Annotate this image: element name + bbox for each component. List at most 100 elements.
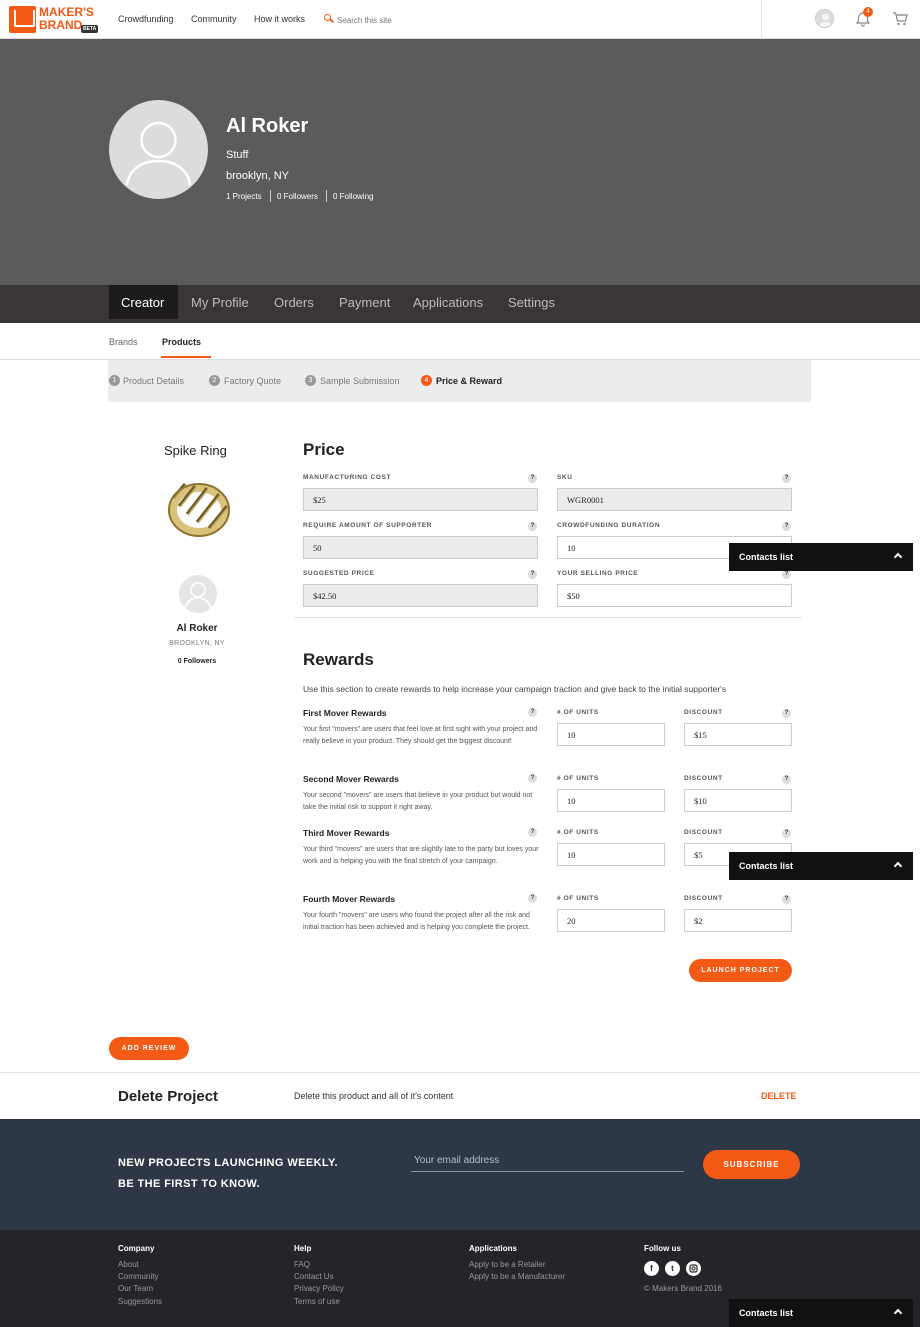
- help-icon[interactable]: ?: [782, 570, 791, 579]
- profile-followers-count[interactable]: 0 Followers: [277, 192, 318, 201]
- profile-projects-count[interactable]: 1 Projects: [226, 192, 262, 201]
- footer-link-terms[interactable]: Terms of use: [294, 1297, 340, 1306]
- units-label: # OF UNITS: [557, 709, 599, 716]
- step-sample-submission[interactable]: Sample Submission: [320, 376, 400, 386]
- units-field[interactable]: [557, 843, 665, 866]
- profile-bio: Stuff: [226, 149, 249, 161]
- sku-field[interactable]: [557, 488, 792, 511]
- tab-my-profile[interactable]: My Profile: [191, 295, 249, 310]
- supporters-label: REQUIRE AMOUNT OF SUPPORTER: [303, 522, 432, 529]
- help-icon[interactable]: ?: [528, 774, 537, 783]
- subtab-brands[interactable]: Brands: [109, 337, 138, 347]
- manufacturing-cost-field[interactable]: [303, 488, 538, 511]
- step-price-reward[interactable]: Price & Reward: [436, 376, 502, 386]
- instagram-icon[interactable]: [686, 1261, 701, 1276]
- footer-link-privacy[interactable]: Privacy Policy: [294, 1284, 344, 1293]
- facebook-icon[interactable]: f: [644, 1261, 659, 1276]
- units-label: # OF UNITS: [557, 895, 599, 902]
- help-icon[interactable]: ?: [782, 829, 791, 838]
- launch-project-button[interactable]: LAUNCH PROJECT: [689, 959, 792, 982]
- newsletter-subheadline: BE THE FIRST TO KNOW.: [118, 1178, 261, 1190]
- footer-link-contact[interactable]: Contact Us: [294, 1272, 334, 1281]
- contacts-list-toggle[interactable]: Contacts list: [729, 543, 913, 571]
- search-icon: [324, 14, 331, 21]
- profile-following-count[interactable]: 0 Following: [333, 192, 373, 201]
- footer-link-suggestions[interactable]: Suggestions: [118, 1297, 162, 1306]
- selling-price-label: YOUR SELLING PRICE: [557, 570, 639, 577]
- contacts-list-toggle[interactable]: Contacts list: [729, 852, 913, 880]
- discount-field[interactable]: [684, 723, 792, 746]
- footer-link-community[interactable]: Community: [118, 1272, 158, 1281]
- step-1-number: 1: [109, 375, 120, 386]
- creator-avatar[interactable]: [179, 575, 217, 613]
- reward-title: Second Mover Rewards: [303, 774, 399, 784]
- help-icon[interactable]: ?: [782, 522, 791, 531]
- suggested-price-label: SUGGESTED PRICE: [303, 570, 375, 577]
- footer-link-our-team[interactable]: Our Team: [118, 1284, 153, 1293]
- contacts-list-label: Contacts list: [739, 861, 794, 871]
- reward-title: First Mover Rewards: [303, 708, 387, 718]
- discount-field[interactable]: [684, 789, 792, 812]
- tab-orders[interactable]: Orders: [274, 295, 314, 310]
- delete-link[interactable]: DELETE: [761, 1091, 797, 1101]
- nav-link-community[interactable]: Community: [191, 14, 237, 24]
- help-icon[interactable]: ?: [528, 828, 537, 837]
- sku-label: SKU: [557, 474, 573, 481]
- beta-badge: BETA: [81, 25, 99, 33]
- footer-link-faq[interactable]: FAQ: [294, 1260, 310, 1269]
- profile-name: Al Roker: [226, 115, 309, 137]
- discount-field[interactable]: [684, 909, 792, 932]
- footer-link-manufacturer[interactable]: Apply to be a Manufacturer: [469, 1272, 565, 1281]
- tab-payment[interactable]: Payment: [339, 295, 390, 310]
- tab-applications[interactable]: Applications: [413, 295, 483, 310]
- help-icon[interactable]: ?: [528, 708, 537, 717]
- help-icon[interactable]: ?: [528, 570, 537, 579]
- nav-divider: [761, 0, 762, 39]
- units-field[interactable]: [557, 789, 665, 812]
- help-icon[interactable]: ?: [782, 474, 791, 483]
- reward-description: Your third "movers" are users that are s…: [303, 846, 539, 865]
- nav-link-how-it-works[interactable]: How it works: [254, 14, 305, 24]
- discount-label: DISCOUNT: [684, 829, 723, 836]
- help-icon[interactable]: ?: [782, 775, 791, 784]
- subscribe-button[interactable]: SUBSCRIBE: [703, 1150, 800, 1179]
- suggested-price-field[interactable]: [303, 584, 538, 607]
- copyright: © Makers Brand 2016: [644, 1284, 722, 1293]
- step-2-number: 2: [209, 375, 220, 386]
- footer-link-retailer[interactable]: Apply to be a Retailer: [469, 1260, 546, 1269]
- subtab-products[interactable]: Products: [162, 337, 201, 347]
- supporters-field[interactable]: [303, 536, 538, 559]
- user-avatar[interactable]: [815, 9, 834, 28]
- help-icon[interactable]: ?: [528, 522, 537, 531]
- rewards-description: Use this section to create rewards to he…: [303, 684, 727, 694]
- twitter-icon[interactable]: t: [665, 1261, 680, 1276]
- units-field[interactable]: [557, 909, 665, 932]
- reward-title: Third Mover Rewards: [303, 828, 390, 838]
- help-icon[interactable]: ?: [528, 474, 537, 483]
- nav-link-crowdfunding[interactable]: Crowdfunding: [118, 14, 174, 24]
- tab-creator[interactable]: Creator: [121, 295, 164, 310]
- brand-logo-icon[interactable]: [9, 6, 36, 33]
- selling-price-field[interactable]: [557, 584, 792, 607]
- newsletter-email-input[interactable]: [411, 1150, 684, 1172]
- reward-description: Your fourth "movers" are users who found…: [303, 912, 530, 931]
- footer-heading-applications: Applications: [469, 1244, 518, 1253]
- stat-divider: [270, 190, 271, 202]
- contacts-list-toggle[interactable]: Contacts list: [729, 1299, 913, 1327]
- footer-heading-follow: Follow us: [644, 1244, 681, 1253]
- contacts-list-label: Contacts list: [739, 552, 794, 562]
- step-factory-quote[interactable]: Factory Quote: [224, 376, 281, 386]
- reward-description: Your first "movers" are users that feel …: [303, 726, 538, 745]
- help-icon[interactable]: ?: [782, 709, 791, 718]
- help-icon[interactable]: ?: [528, 894, 537, 903]
- units-field[interactable]: [557, 723, 665, 746]
- tab-settings[interactable]: Settings: [508, 295, 555, 310]
- footer-link-about[interactable]: About: [118, 1260, 139, 1269]
- search-input[interactable]: [337, 11, 537, 29]
- creator-name[interactable]: Al Roker: [0, 623, 394, 634]
- add-review-button[interactable]: ADD REVIEW: [109, 1037, 189, 1060]
- cart-icon[interactable]: [892, 12, 908, 26]
- help-icon[interactable]: ?: [782, 895, 791, 904]
- step-product-details[interactable]: Product Details: [123, 376, 184, 386]
- product-image: [168, 483, 230, 537]
